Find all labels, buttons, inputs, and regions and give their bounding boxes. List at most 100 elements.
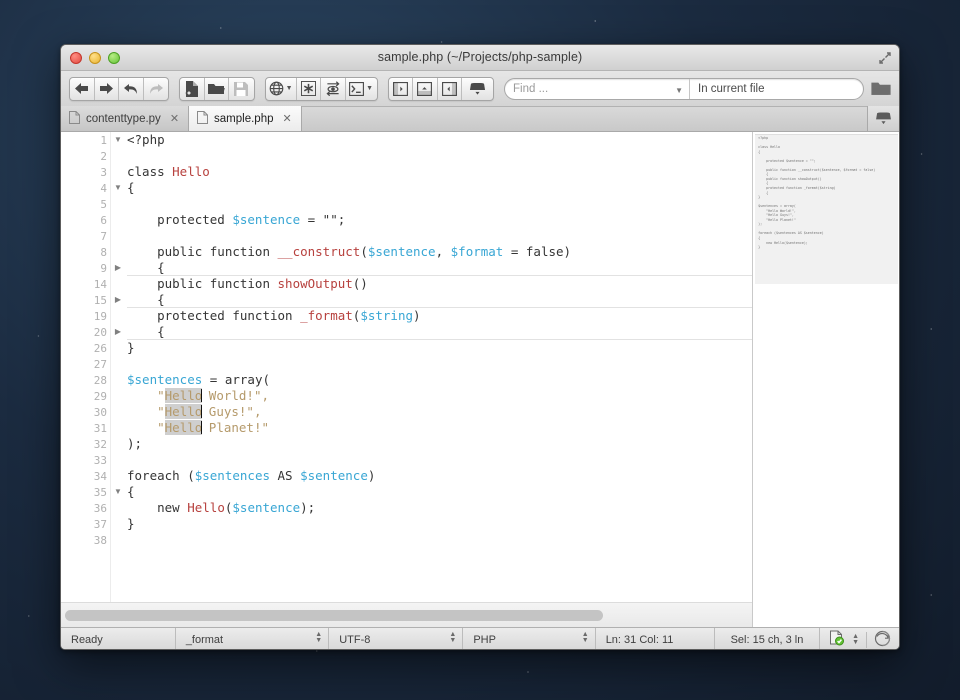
code-line[interactable]: foreach ($sentences AS $sentence) xyxy=(127,468,752,484)
forward-button[interactable] xyxy=(95,77,120,100)
find-scope-wrapper[interactable] xyxy=(689,78,863,99)
code-scroll-region[interactable]: 1 2 3 4 5 6 7 8 9 14 15 19 20 26 27 28 29 30 31 32 33 34 35 36 3… xyxy=(61,132,753,602)
status-encoding-selector[interactable]: UTF-8 ▲ ▼ xyxy=(329,628,464,649)
code-line[interactable]: { xyxy=(127,484,752,500)
code-line[interactable]: { xyxy=(127,180,752,196)
chevron-down-icon[interactable]: ▼ xyxy=(366,85,373,92)
code-line[interactable]: { xyxy=(127,324,753,340)
code-line[interactable]: new Hello($sentence); xyxy=(127,500,752,516)
toggle-right-panel-button[interactable] xyxy=(438,77,463,100)
code-token: Planet!" xyxy=(201,420,270,435)
fold-toggle-right-icon[interactable]: ▶ xyxy=(111,260,125,276)
code-token: Hello xyxy=(164,420,203,435)
code-token: showOutput xyxy=(277,276,353,291)
tabbar-panel-toggle-button[interactable] xyxy=(867,106,899,131)
sync-circle-icon[interactable] xyxy=(874,630,891,650)
minimap[interactable]: <?php class Hello { protected $sentence … xyxy=(753,132,899,627)
horizontal-scrollbar[interactable] xyxy=(61,602,753,627)
code-line[interactable] xyxy=(127,452,752,468)
code-line[interactable]: "Hello Planet!" xyxy=(127,420,752,436)
back-button[interactable] xyxy=(70,77,95,100)
document-check-icon[interactable] xyxy=(828,630,845,649)
code-line[interactable] xyxy=(127,356,752,372)
syntax-check-button[interactable] xyxy=(297,77,322,100)
code-line[interactable] xyxy=(127,196,752,212)
preview-in-browser-button[interactable]: ▼ xyxy=(266,77,297,100)
stepper-icon[interactable]: ▲ ▼ xyxy=(315,631,322,644)
new-file-button[interactable] xyxy=(180,77,205,100)
status-cursor-position: Ln: 31 Col: 11 xyxy=(596,628,715,649)
line-number: 35 xyxy=(93,485,107,499)
code-line[interactable]: "Hello World!", xyxy=(127,388,752,404)
undo-button[interactable] xyxy=(119,77,144,100)
code-token: = false) xyxy=(503,244,572,259)
find-scope-input[interactable] xyxy=(698,82,855,95)
code-line[interactable]: protected $sentence = ""; xyxy=(127,212,752,228)
code-line[interactable]: public function __construct($sentence, $… xyxy=(127,244,752,260)
code-line[interactable]: $sentences = array( xyxy=(127,372,752,388)
line-number: 8 xyxy=(100,245,107,259)
code-line[interactable]: <?php xyxy=(127,132,752,148)
fold-toggle-down-icon[interactable]: ▼ xyxy=(111,180,125,196)
code-line[interactable]: public function showOutput() xyxy=(127,276,752,292)
code-token: AS xyxy=(270,468,301,483)
stepper-icon[interactable]: ▲ ▼ xyxy=(449,631,456,644)
find-query-wrapper[interactable]: ▼ xyxy=(505,79,689,99)
code-pane[interactable]: 1 2 3 4 5 6 7 8 9 14 15 19 20 26 27 28 29 30 31 32 33 34 35 36 3… xyxy=(61,132,754,627)
toggle-top-panel-button[interactable] xyxy=(462,78,493,100)
goto-definition-button[interactable] xyxy=(321,77,346,100)
save-button[interactable] xyxy=(229,78,253,100)
search-input[interactable] xyxy=(513,82,681,95)
code-line[interactable]: { xyxy=(127,292,753,308)
status-state-label: Ready xyxy=(71,633,103,646)
status-syntax-selector[interactable]: PHP ▲ ▼ xyxy=(463,628,596,649)
code-token: Guys!", xyxy=(201,404,262,419)
horizontal-scrollbar-thumb[interactable] xyxy=(65,609,603,621)
line-number: 4 xyxy=(100,181,107,195)
code-line[interactable]: "Hello Guys!", xyxy=(127,404,752,420)
tab-contenttype-py[interactable]: contenttype.py ✕ xyxy=(61,106,190,131)
open-folder-button[interactable] xyxy=(205,77,230,100)
toggle-left-panel-button[interactable] xyxy=(389,77,414,100)
code-token: Hello xyxy=(164,404,203,419)
stepper-icon[interactable]: ▲ ▼ xyxy=(852,633,859,646)
status-selection-info: Sel: 15 ch, 3 ln xyxy=(715,628,821,649)
fold-gutter[interactable]: ▼ ▼ ▶ ▶ ▶ ▼ xyxy=(111,132,125,602)
code-line[interactable]: class Hello xyxy=(127,164,752,180)
find-field[interactable]: ▼ xyxy=(504,77,864,100)
stepper-icon[interactable]: ▲ ▼ xyxy=(582,631,589,644)
fold-toggle-down-icon[interactable]: ▼ xyxy=(111,484,125,500)
code-line[interactable]: ); xyxy=(127,436,752,452)
code-token: } xyxy=(127,516,135,531)
folder-icon[interactable] xyxy=(871,81,891,97)
code-line[interactable] xyxy=(127,148,752,164)
chevron-down-icon[interactable]: ▼ xyxy=(286,85,293,92)
line-number: 32 xyxy=(93,437,107,451)
terminal-button[interactable]: ▼ xyxy=(346,78,377,100)
close-icon[interactable]: ✕ xyxy=(283,112,292,125)
toggle-bottom-panel-button[interactable] xyxy=(413,77,438,100)
status-bar: Ready _format ▲ ▼ UTF-8 ▲ ▼ PHP ▲ ▼ Ln: 31 … xyxy=(61,627,899,650)
code-line[interactable]: } xyxy=(127,340,752,356)
fold-toggle-right-icon[interactable]: ▶ xyxy=(111,324,125,340)
code-token: = ""; xyxy=(300,212,346,227)
redo-button[interactable] xyxy=(144,78,168,100)
code-content[interactable]: <?php class Hello{ protected $sentence = … xyxy=(127,132,753,548)
code-line[interactable] xyxy=(127,228,752,244)
close-icon[interactable]: ✕ xyxy=(170,112,179,125)
code-line[interactable]: } xyxy=(127,516,752,532)
fold-toggle-down-icon[interactable]: ▼ xyxy=(111,132,125,148)
resize-diagonal-icon[interactable] xyxy=(877,50,893,66)
code-line[interactable]: protected function _format($string) xyxy=(127,308,752,324)
code-token: $sentence xyxy=(300,468,368,483)
code-token: ) xyxy=(413,308,421,323)
code-line[interactable]: { xyxy=(127,260,753,276)
fold-toggle-right-icon[interactable]: ▶ xyxy=(111,292,125,308)
tab-sample-php[interactable]: sample.php ✕ xyxy=(189,106,302,131)
code-token: Hello xyxy=(164,388,203,403)
status-symbol-selector[interactable]: _format ▲ ▼ xyxy=(176,628,330,649)
code-line[interactable] xyxy=(127,532,752,548)
editor-window: sample.php (~/Projects/php-sample) ▼ ▼ F… xyxy=(60,44,900,650)
chevron-down-icon[interactable]: ▼ xyxy=(675,86,683,95)
